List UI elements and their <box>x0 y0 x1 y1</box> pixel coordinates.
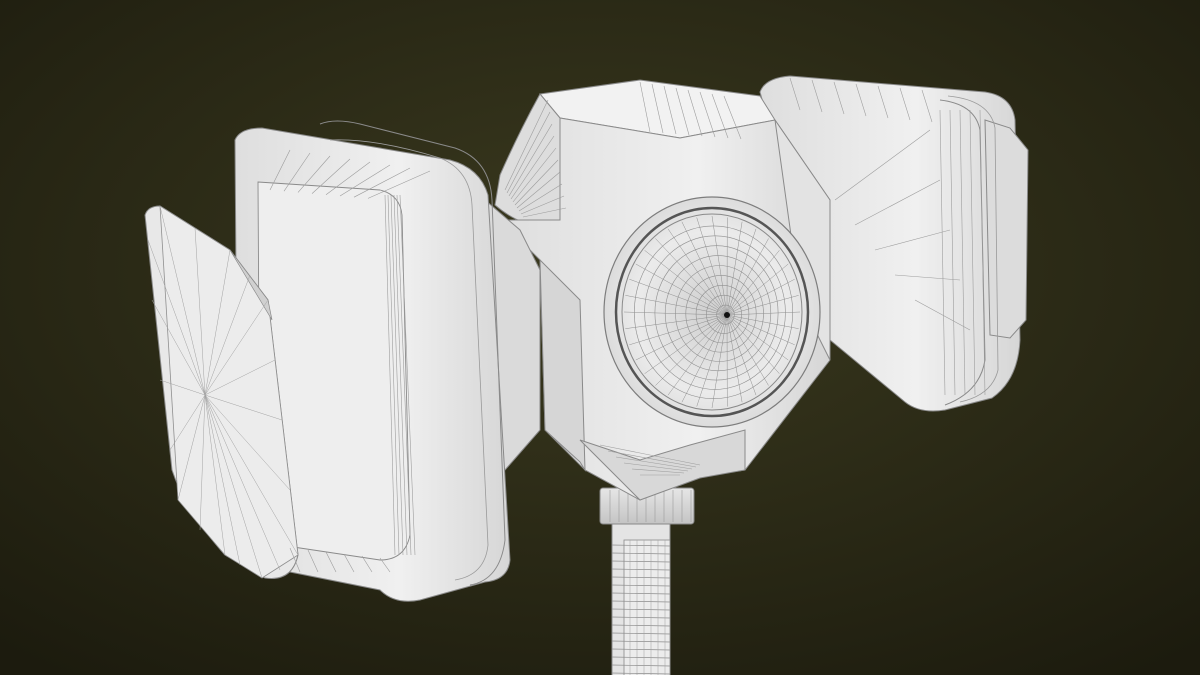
hammer-render <box>0 0 1200 675</box>
socket-center-hole <box>724 312 730 318</box>
center-socket <box>603 196 821 428</box>
render-viewport <box>0 0 1200 675</box>
